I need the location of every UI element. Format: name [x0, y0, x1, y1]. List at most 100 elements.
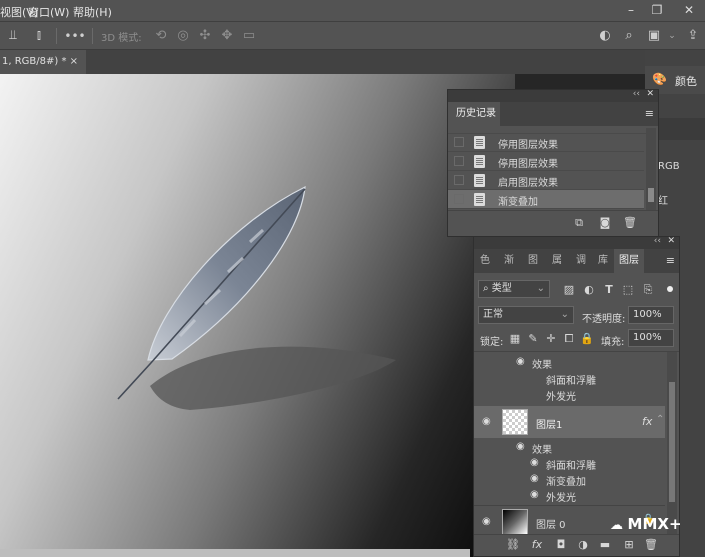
tab-history[interactable]: 历史记录 [448, 102, 500, 126]
wechat-icon: ☁ [610, 518, 628, 533]
lock-artboard-icon[interactable]: ⧠ [562, 332, 576, 346]
history-checkbox[interactable] [454, 137, 464, 147]
collapse-icon[interactable]: ‹‹ [654, 236, 661, 246]
history-checkbox[interactable] [454, 194, 464, 204]
effect-item[interactable]: ◉ 外发光 [474, 488, 665, 504]
watermark: ☁ MMX+ [610, 515, 682, 533]
history-item[interactable]: 启用图层效果 [448, 171, 644, 190]
horizontal-scrollbar[interactable] [0, 549, 470, 557]
distribute-icon[interactable]: ⫾ [30, 28, 48, 44]
tab-libraries[interactable]: 库 [598, 249, 608, 273]
lock-position-icon[interactable]: ✛ [544, 332, 558, 346]
trash-icon[interactable]: 🗑 [644, 538, 658, 552]
history-checkbox[interactable] [454, 175, 464, 185]
eye-icon[interactable]: ◉ [530, 489, 539, 500]
history-state-icon [474, 155, 485, 168]
history-checkbox[interactable] [454, 156, 464, 166]
trash-icon[interactable]: 🗑 [623, 216, 637, 230]
3d-roll-icon[interactable]: ◎ [174, 28, 192, 44]
blend-mode-select[interactable]: 正常 ⌄ [478, 306, 574, 324]
layer-name[interactable]: 图层 0 [536, 516, 566, 531]
align-bottom-icon[interactable]: ⫫ [4, 28, 22, 44]
close-panel-icon[interactable]: ✕ [646, 89, 654, 99]
eye-icon[interactable]: ◉ [530, 457, 539, 468]
3d-orbit-icon[interactable]: ⟲ [152, 28, 170, 44]
close-window-button[interactable]: ✕ [676, 0, 702, 20]
history-state-icon [474, 136, 485, 149]
filter-smart-object-icon[interactable]: ⎘ [641, 283, 655, 297]
lock-paint-icon[interactable]: ✎ [526, 332, 540, 346]
layers-scrollbar[interactable] [667, 352, 677, 534]
eye-icon[interactable]: ◉ [530, 473, 539, 484]
collapse-icon[interactable]: ‹‹ [633, 89, 640, 99]
filter-pixel-icon[interactable]: ▨ [562, 283, 576, 297]
scrollbar-thumb[interactable] [648, 188, 654, 202]
panel-menu-icon[interactable]: ≡ [666, 254, 675, 267]
filter-shape-icon[interactable]: ⬚ [621, 283, 635, 297]
tab-pattern[interactable]: 图 [528, 249, 538, 273]
layer-name[interactable]: 图层1 [536, 416, 562, 431]
minimize-button[interactable]: – [618, 0, 644, 20]
tab-gradient[interactable]: 渐 [504, 249, 514, 273]
tab-layers[interactable]: 图层 [614, 249, 644, 273]
3d-slide-icon[interactable]: ✥ [218, 28, 236, 44]
tab-properties[interactable]: 属 [552, 249, 562, 273]
panel-menu-icon[interactable]: ≡ [645, 107, 654, 120]
filter-adjustment-icon[interactable]: ◐ [582, 283, 596, 297]
close-tab-icon[interactable]: × [70, 50, 78, 74]
user-search-icon[interactable]: ◐ [596, 28, 614, 44]
history-item[interactable]: 停用图层效果 [448, 152, 644, 171]
3d-pan-icon[interactable]: ✣ [196, 28, 214, 44]
more-options-button[interactable]: ••• [64, 28, 86, 44]
history-item-current[interactable]: 渐变叠加 [448, 190, 644, 209]
effect-item[interactable]: ◉ 斜面和浮雕 [474, 456, 665, 472]
filter-toggle-icon[interactable] [667, 286, 673, 292]
share-icon[interactable]: ⇪ [684, 28, 702, 44]
menu-window[interactable]: 窗口(W) [28, 4, 69, 20]
scrollbar-thumb[interactable] [669, 382, 675, 502]
effects-group[interactable]: ◉ 效果 [474, 440, 665, 456]
fill-label: 填充: [601, 337, 625, 348]
chevron-up-icon[interactable]: ⌃ [656, 414, 664, 425]
lock-all-icon[interactable]: 🔒 [580, 332, 594, 346]
new-document-from-state-icon[interactable]: ⧉ [572, 216, 586, 230]
blend-mode-value: 正常 [483, 309, 503, 320]
effect-item[interactable]: ◉ 渐变叠加 [474, 472, 665, 488]
link-icon[interactable]: ⛓ [506, 538, 520, 552]
restore-button[interactable]: ❐ [644, 0, 670, 20]
fill-input[interactable]: 100% [628, 329, 674, 347]
color-label: 颜色 [675, 75, 697, 88]
add-style-button[interactable]: fx [530, 538, 544, 552]
chevron-down-icon[interactable]: ⌄ [663, 28, 681, 44]
3d-scale-icon[interactable]: ▭ [240, 28, 258, 44]
canvas[interactable] [0, 74, 515, 557]
close-panel-icon[interactable]: ✕ [667, 236, 675, 246]
history-scrollbar[interactable] [646, 128, 656, 212]
tab-adjustments[interactable]: 调 [576, 249, 586, 273]
eye-icon[interactable]: ◉ [516, 356, 525, 367]
effect-item[interactable]: 斜面和浮雕 [474, 371, 665, 387]
opacity-input[interactable]: 100% [628, 306, 674, 324]
mask-icon[interactable]: ◘ [554, 538, 568, 552]
fx-badge[interactable]: fx [642, 415, 652, 428]
workspace-icon[interactable]: ▣ [645, 28, 663, 44]
history-item[interactable]: 停用图层效果 [448, 133, 644, 152]
folder-icon[interactable]: ▬ [598, 538, 612, 552]
layer-filter-select[interactable]: ⌕ 类型 ⌄ [478, 280, 550, 298]
filter-type-icon[interactable]: T [602, 283, 616, 297]
layer-row-selected[interactable]: ◉ 图层1 fx ⌃ [474, 406, 665, 438]
new-layer-icon[interactable]: ⊞ [622, 538, 636, 552]
lock-transparent-icon[interactable]: ▦ [508, 332, 522, 346]
menu-help[interactable]: 帮助(H) [73, 4, 112, 20]
effect-item[interactable]: 外发光 [474, 387, 665, 403]
snapshot-camera-icon[interactable]: ◙ [598, 216, 612, 230]
eye-icon[interactable]: ◉ [482, 516, 491, 527]
tab-color[interactable]: 色 [480, 249, 490, 273]
search-icon[interactable]: ⌕ [620, 28, 638, 44]
document-tab[interactable]: 1, RGB/8#) * × [0, 50, 86, 74]
layer-filter-label: 类型 [491, 283, 512, 294]
effects-group[interactable]: ◉ 效果 [474, 354, 665, 371]
eye-icon[interactable]: ◉ [482, 416, 491, 427]
eye-icon[interactable]: ◉ [516, 441, 525, 452]
adjustment-icon[interactable]: ◑ [576, 538, 590, 552]
